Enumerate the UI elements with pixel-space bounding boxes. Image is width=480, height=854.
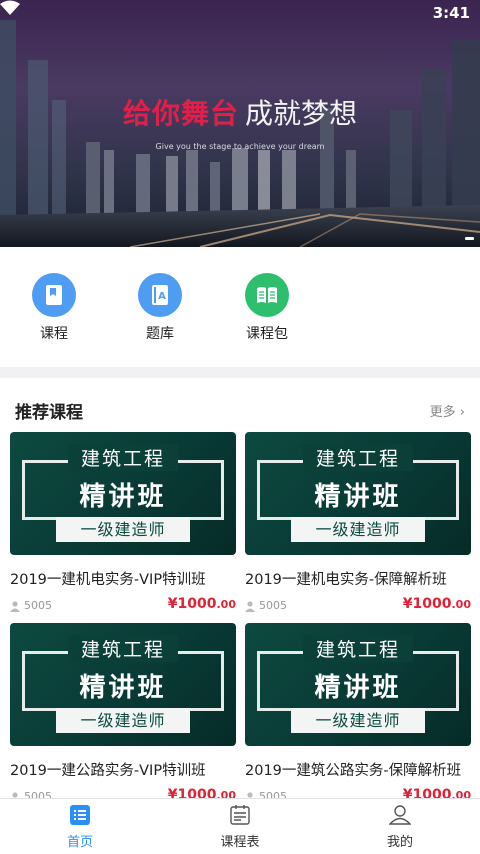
thumb-line2: 精讲班 (314, 482, 402, 512)
chevron-right-icon: › (459, 405, 465, 420)
course-thumbnail: 建筑工程 精讲班 一级建造师 (245, 623, 471, 746)
tab-profile[interactable]: 我的 (350, 805, 450, 850)
more-link[interactable]: 更多 › (430, 401, 465, 420)
course-package-icon (245, 273, 289, 317)
banner-carousel[interactable]: 3:41 给你舞台 成就梦想 Give you the stage to achi… (0, 0, 480, 247)
schedule-icon (230, 805, 250, 825)
svg-text:A: A (158, 291, 166, 302)
thumb-line2: 精讲班 (314, 673, 402, 703)
quick-nav-label: 课程 (40, 326, 68, 342)
slogan-english: Give you the stage to achieve your dream (155, 142, 325, 151)
course-card[interactable]: 建筑工程 精讲班 一级建造师 2019一建机电实务-保障解析班 5005 ¥10… (245, 432, 471, 612)
more-label: 更多 (429, 405, 456, 420)
thumb-line3: 一级建造师 (291, 517, 425, 542)
tab-label: 课程表 (220, 835, 260, 850)
tab-label: 我的 (386, 835, 413, 850)
thumb-line2: 精讲班 (79, 673, 167, 703)
course-thumbnail: 建筑工程 精讲班 一级建造师 (10, 623, 236, 746)
course-meta: 5005 ¥1000.00 (245, 596, 471, 615)
slogan-sub: 成就梦想 (245, 97, 358, 130)
person-icon (10, 601, 20, 612)
course-price: ¥1000.00 (167, 596, 236, 612)
bottom-tab-bar: 首页 课程表 我的 (0, 798, 480, 854)
banner-slogan: 给你舞台 成就梦想 (0, 92, 480, 132)
course-title: 2019一建机电实务-VIP特训班 (10, 572, 206, 588)
thumb-line1: 建筑工程 (68, 444, 178, 471)
quick-nav-question-bank[interactable]: A 题库 (120, 273, 200, 343)
app-screen: 3:41 给你舞台 成就梦想 Give you the stage to achi… (0, 0, 480, 854)
thumb-line3: 一级建造师 (291, 708, 425, 733)
thumb-line1: 建筑工程 (303, 444, 413, 471)
book-icon (32, 273, 76, 317)
thumb-line3: 一级建造师 (56, 517, 190, 542)
tab-label: 首页 (66, 835, 93, 850)
course-price: ¥1000.00 (402, 596, 471, 612)
carousel-indicator[interactable] (465, 237, 474, 240)
enrollment-count: 5005 (24, 599, 52, 612)
profile-icon (388, 805, 412, 825)
course-meta: 5005 ¥1000.00 (10, 596, 236, 615)
home-icon (70, 805, 90, 825)
wifi-icon (0, 0, 20, 15)
enrollment-count: 5005 (259, 599, 287, 612)
tab-schedule[interactable]: 课程表 (190, 805, 290, 850)
quick-nav: 课程 A 题库 课程包 (0, 247, 480, 367)
thumb-line1: 建筑工程 (303, 635, 413, 662)
course-card[interactable]: 建筑工程 精讲班 一级建造师 2019一建筑公路实务-保障解析班 5005 ¥1… (245, 623, 471, 803)
course-thumbnail: 建筑工程 精讲班 一级建造师 (245, 432, 471, 555)
thumb-line3: 一级建造师 (56, 708, 190, 733)
course-title: 2019一建筑公路实务-保障解析班 (245, 763, 462, 779)
person-icon (245, 601, 255, 612)
slogan-main: 给你舞台 (122, 97, 239, 130)
quick-nav-label: 题库 (146, 326, 174, 342)
section-divider (0, 367, 480, 378)
tab-home[interactable]: 首页 (30, 805, 130, 850)
status-bar: 3:41 (0, 0, 480, 26)
status-time: 3:41 (432, 4, 470, 22)
thumb-line2: 精讲班 (79, 482, 167, 512)
quick-nav-course-package[interactable]: 课程包 (227, 273, 307, 343)
question-bank-icon: A (138, 273, 182, 317)
thumb-line1: 建筑工程 (68, 635, 178, 662)
quick-nav-course[interactable]: 课程 (14, 273, 94, 343)
quick-nav-label: 课程包 (246, 326, 288, 342)
course-card[interactable]: 建筑工程 精讲班 一级建造师 2019一建机电实务-VIP特训班 5005 ¥1… (10, 432, 236, 612)
course-card[interactable]: 建筑工程 精讲班 一级建造师 2019一建公路实务-VIP特训班 5005 ¥1… (10, 623, 236, 803)
course-thumbnail: 建筑工程 精讲班 一级建造师 (10, 432, 236, 555)
course-title: 2019一建机电实务-保障解析班 (245, 572, 447, 588)
section-title: 推荐课程 (15, 403, 83, 423)
course-title: 2019一建公路实务-VIP特训班 (10, 763, 206, 779)
recommended-header: 推荐课程 更多 › (15, 395, 465, 425)
